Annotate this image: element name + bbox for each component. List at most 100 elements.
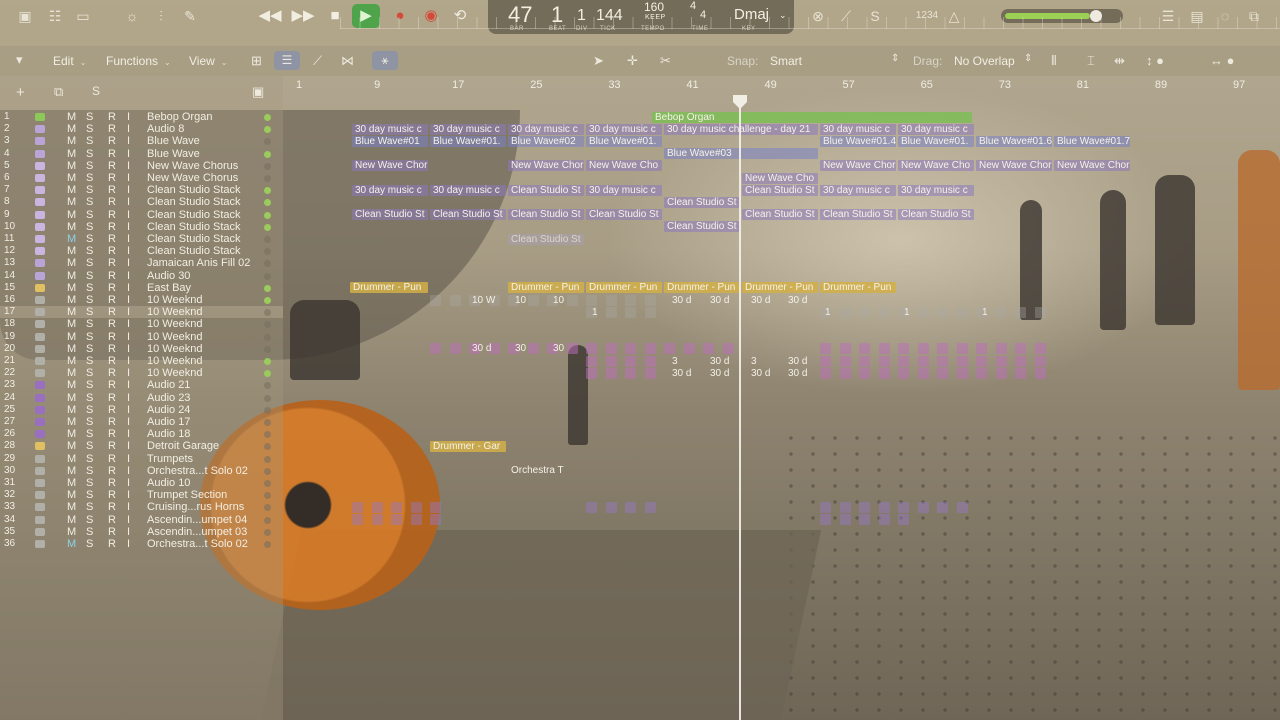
- record-enable-button[interactable]: R: [108, 282, 116, 294]
- record-enable-button[interactable]: R: [108, 123, 116, 135]
- solo-button[interactable]: S: [86, 416, 93, 428]
- track-row[interactable]: 6 M S R I New Wave Chorus: [0, 172, 283, 184]
- pattern-cell[interactable]: [878, 367, 890, 379]
- region[interactable]: Bebop Organ: [652, 111, 972, 123]
- track-row[interactable]: 30 M S R I Orchestra...t Solo 02: [0, 465, 283, 477]
- input-monitor-button[interactable]: I: [127, 331, 130, 343]
- mute-button[interactable]: M: [67, 233, 76, 245]
- solo-button[interactable]: S: [86, 184, 93, 196]
- track-row[interactable]: 32 M S R I Trumpet Section: [0, 489, 283, 501]
- track-name[interactable]: Audio 8: [147, 123, 265, 135]
- pattern-cell[interactable]: [644, 355, 656, 367]
- region[interactable]: Clean Studio St: [664, 196, 740, 208]
- library-icon[interactable]: ▣: [15, 8, 35, 24]
- pattern-cell[interactable]: [586, 294, 597, 306]
- mute-button[interactable]: M: [67, 392, 76, 404]
- track-name[interactable]: Blue Wave: [147, 135, 265, 147]
- pattern-cell[interactable]: [976, 343, 987, 355]
- region[interactable]: 30 day music c: [352, 184, 428, 196]
- rewind-button[interactable]: ◀◀: [256, 4, 284, 28]
- solo-button[interactable]: S: [86, 135, 93, 147]
- track-name[interactable]: Clean Studio Stack: [147, 221, 265, 233]
- region[interactable]: Clean Studio St: [430, 209, 506, 221]
- region[interactable]: Clean Studio St: [508, 209, 584, 221]
- pattern-cell[interactable]: [859, 355, 870, 367]
- input-monitor-button[interactable]: I: [127, 489, 130, 501]
- record-enable-button[interactable]: R: [108, 111, 116, 123]
- track-row[interactable]: 28 M S R I Detroit Garage: [0, 440, 283, 452]
- track-row[interactable]: 4 M S R I Blue Wave: [0, 148, 283, 160]
- region[interactable]: New Wave Cho: [742, 172, 818, 184]
- solo-button[interactable]: S: [86, 477, 93, 489]
- smart-controls-icon[interactable]: ☼: [122, 8, 142, 24]
- track-row[interactable]: 26 M S R I Audio 18: [0, 428, 283, 440]
- region[interactable]: Blue Wave#03: [664, 148, 818, 160]
- input-monitor-button[interactable]: I: [127, 294, 130, 306]
- solo-button[interactable]: S: [86, 526, 93, 538]
- track-row[interactable]: 1 M S R I Bebop Organ: [0, 111, 283, 123]
- track-on-indicator[interactable]: [264, 187, 271, 195]
- record-enable-button[interactable]: R: [108, 135, 116, 147]
- pattern-cell[interactable]: [995, 306, 1007, 318]
- input-monitor-button[interactable]: I: [127, 257, 130, 269]
- drag-stepper-icon[interactable]: ⇕: [1024, 53, 1032, 64]
- input-monitor-button[interactable]: I: [127, 428, 130, 440]
- track-on-indicator[interactable]: [264, 504, 271, 512]
- track-name[interactable]: Clean Studio Stack: [147, 184, 265, 196]
- track-row[interactable]: 17 M S R I 10 Weeknd: [0, 306, 283, 319]
- mute-button[interactable]: M: [67, 306, 76, 318]
- mixer-icon[interactable]: ⫶: [151, 8, 171, 24]
- mute-button[interactable]: M: [67, 404, 76, 416]
- track-name[interactable]: Ascendin...umpet 04: [147, 514, 265, 526]
- record-enable-button[interactable]: R: [108, 501, 116, 513]
- record-enable-button[interactable]: R: [108, 404, 116, 416]
- pattern-cell[interactable]: [625, 306, 636, 318]
- pattern-cell[interactable]: [1034, 306, 1046, 318]
- track-row[interactable]: 9 M S R I Clean Studio Stack: [0, 209, 283, 221]
- pencil-tool-icon[interactable]: ✛: [627, 53, 638, 69]
- pattern-cell[interactable]: [878, 343, 890, 355]
- pattern-cell[interactable]: [644, 343, 656, 355]
- mute-button[interactable]: M: [67, 538, 76, 550]
- pointer-tool-icon[interactable]: ➤: [593, 53, 604, 69]
- editors-icon[interactable]: ✎: [180, 8, 200, 24]
- scissors-tool-icon[interactable]: ✂: [660, 53, 671, 69]
- input-monitor-button[interactable]: I: [127, 245, 130, 257]
- track-name[interactable]: Detroit Garage: [147, 440, 265, 452]
- track-row[interactable]: 20 M S R I 10 Weeknd: [0, 343, 283, 355]
- region[interactable]: Blue Wave#01.7: [1054, 135, 1130, 147]
- record-enable-button[interactable]: R: [108, 172, 116, 184]
- pattern-cell[interactable]: [644, 306, 656, 318]
- track-name[interactable]: Audio 24: [147, 404, 265, 416]
- pattern-cell[interactable]: [430, 514, 441, 526]
- mute-button[interactable]: M: [67, 453, 76, 465]
- track-name[interactable]: 10 Weeknd: [147, 331, 265, 343]
- track-name[interactable]: East Bay: [147, 282, 265, 294]
- pattern-cell[interactable]: [371, 501, 383, 513]
- region[interactable]: New Wave Chor: [352, 160, 428, 172]
- grid-view-icon[interactable]: ⊞: [251, 53, 262, 69]
- track-row[interactable]: 34 M S R I Ascendin...umpet 04: [0, 514, 283, 526]
- pattern-cell[interactable]: [430, 501, 441, 513]
- track-on-indicator[interactable]: [264, 321, 271, 329]
- region[interactable]: Clean Studio St: [820, 209, 896, 221]
- record-enable-button[interactable]: R: [108, 392, 116, 404]
- pattern-cell[interactable]: [527, 343, 539, 355]
- input-monitor-button[interactable]: I: [127, 355, 130, 367]
- track-name[interactable]: Orchestra...t Solo 02: [147, 465, 265, 477]
- pattern-cell[interactable]: [664, 343, 675, 355]
- track-on-indicator[interactable]: [264, 284, 271, 292]
- record-enable-button[interactable]: R: [108, 538, 116, 550]
- pattern-cell[interactable]: [956, 355, 968, 367]
- mute-button[interactable]: M: [67, 440, 76, 452]
- input-monitor-button[interactable]: I: [127, 318, 130, 330]
- mute-button[interactable]: M: [67, 135, 76, 147]
- track-on-indicator[interactable]: [264, 114, 271, 121]
- track-on-indicator[interactable]: [264, 394, 271, 402]
- pattern-cell[interactable]: [371, 514, 383, 526]
- solo-button[interactable]: S: [86, 221, 93, 233]
- pattern-cell[interactable]: [898, 514, 909, 526]
- track-name[interactable]: Clean Studio Stack: [147, 209, 265, 221]
- mute-button[interactable]: M: [67, 270, 76, 282]
- solo-button[interactable]: S: [86, 538, 93, 550]
